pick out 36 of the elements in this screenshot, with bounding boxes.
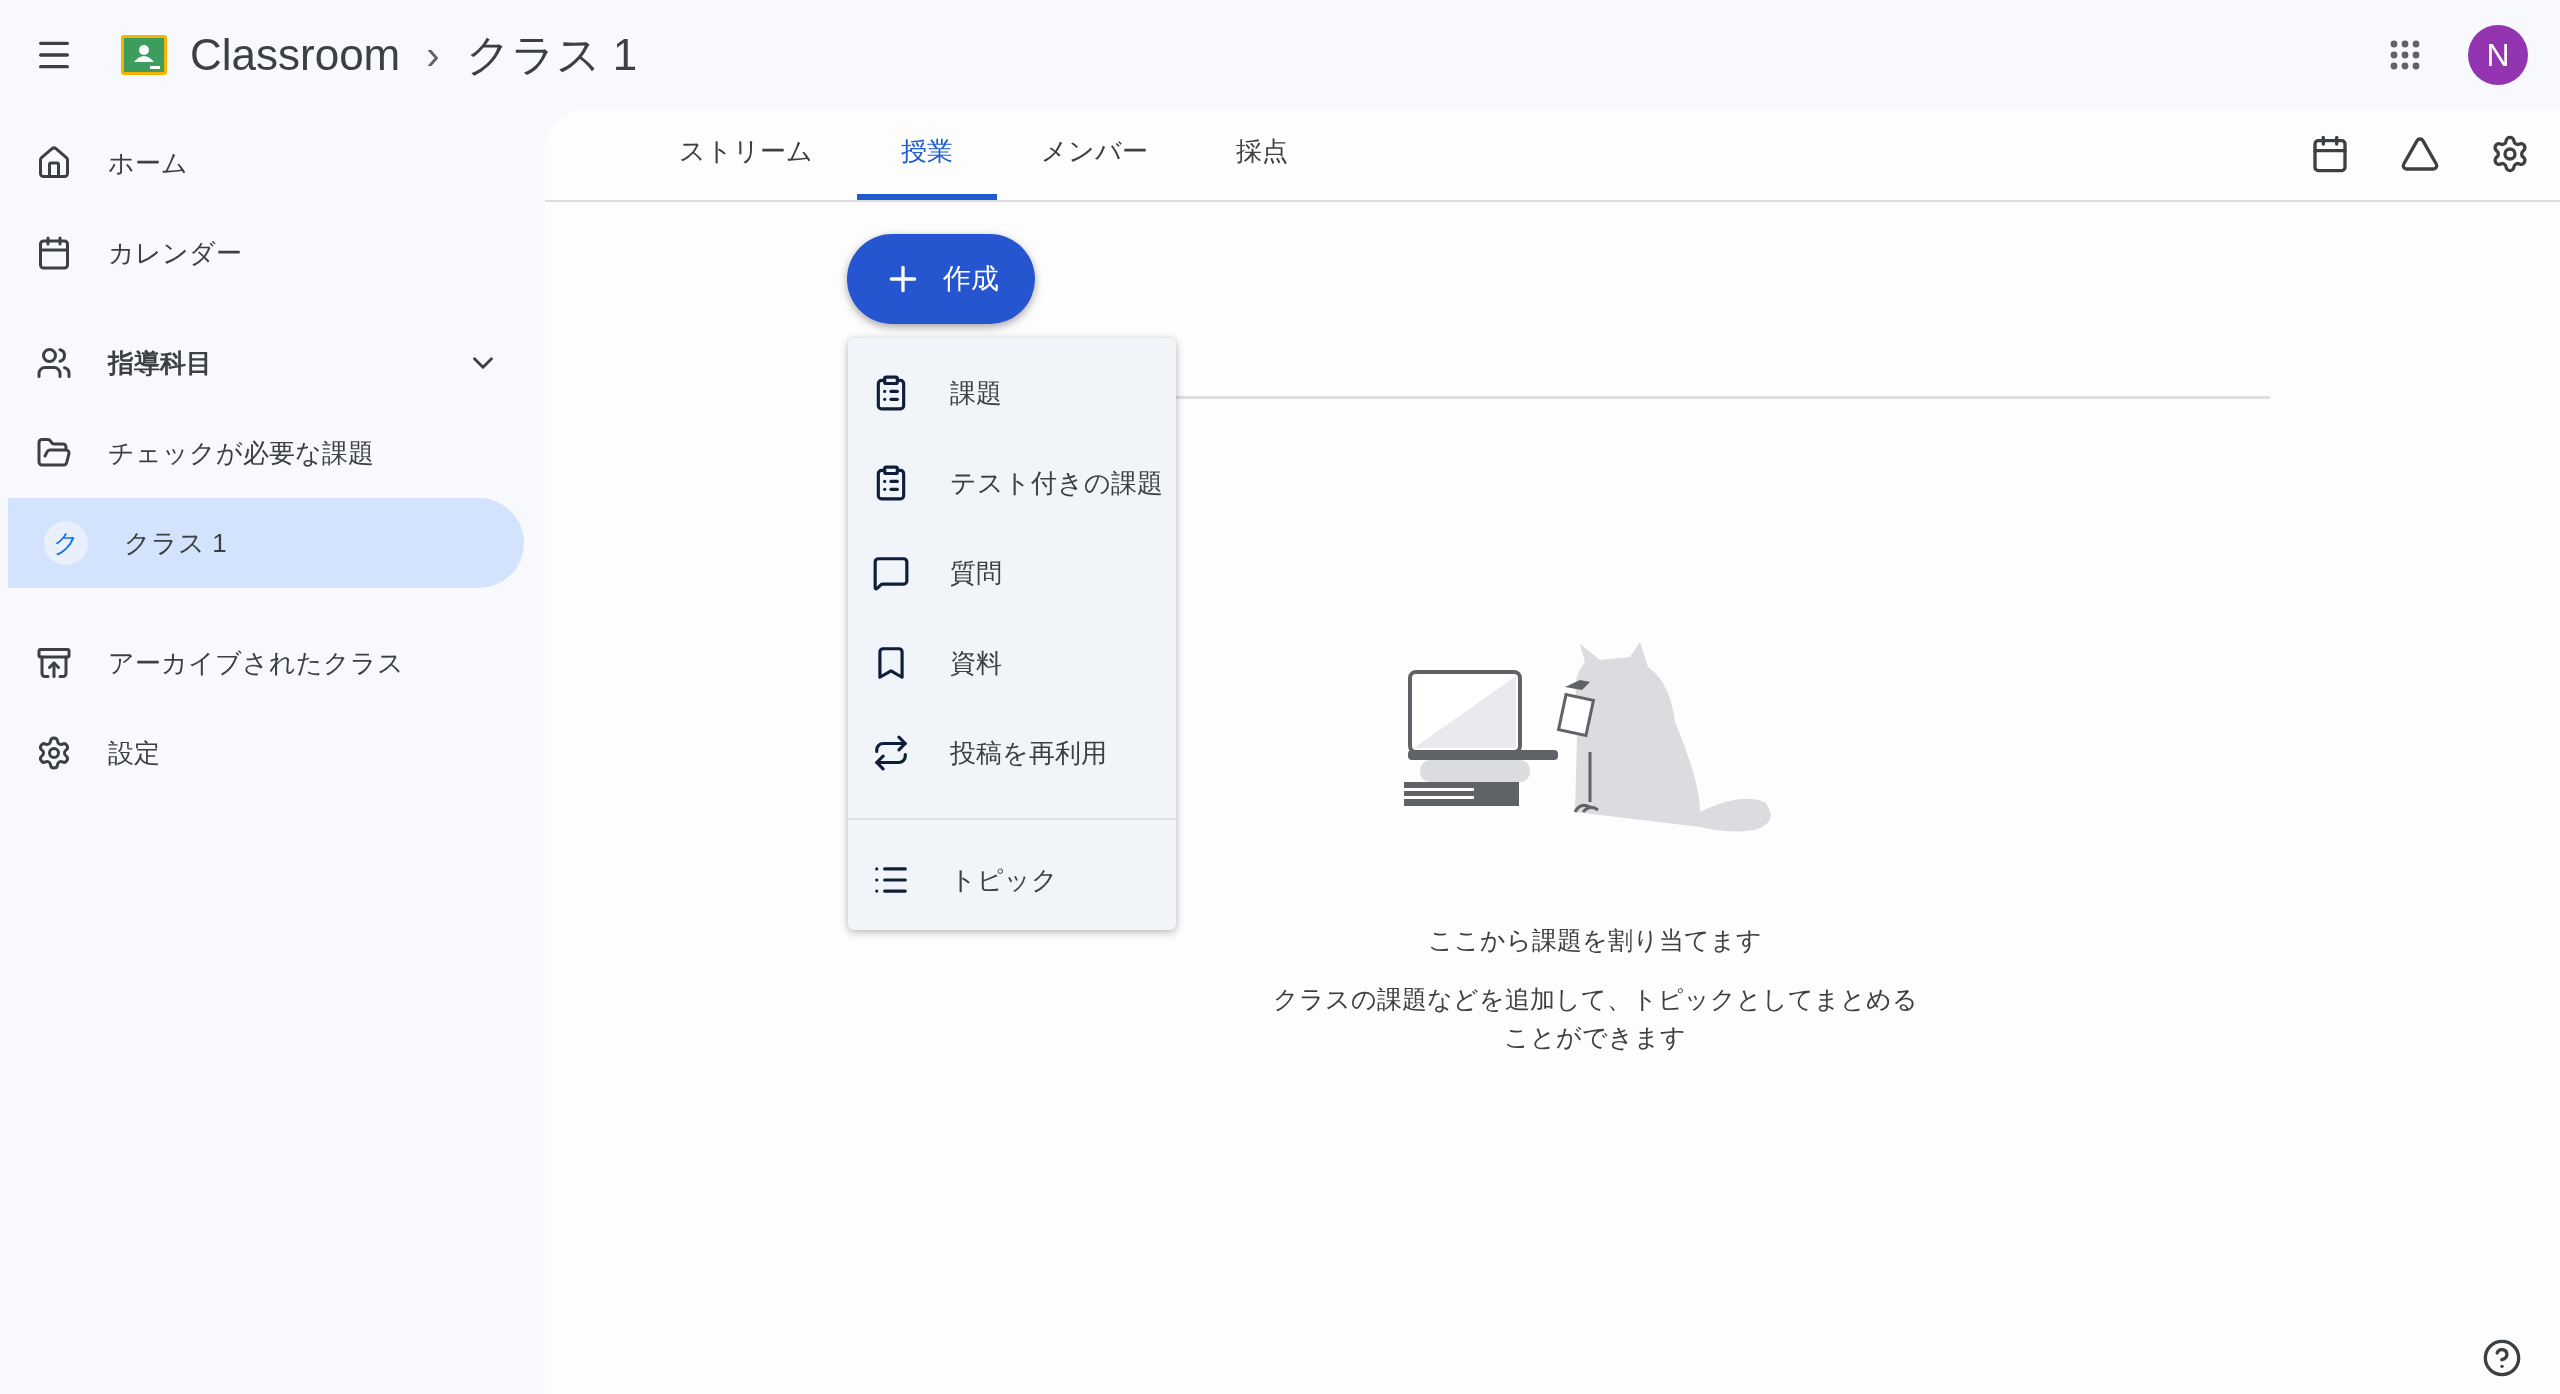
sidebar-item[interactable]: アーカイブされたクラス xyxy=(0,618,524,708)
app-name[interactable]: Classroom xyxy=(190,22,401,88)
settings-icon xyxy=(36,735,72,771)
breadcrumb-separator: › xyxy=(426,32,440,79)
empty-state-title: ここから課題を割り当てます xyxy=(1428,925,1762,956)
menu-item[interactable]: 資料 xyxy=(848,618,1176,708)
sidebar-item[interactable]: カレンダー xyxy=(0,208,524,298)
classroom-logo-icon xyxy=(120,34,168,76)
archive-icon xyxy=(36,645,72,681)
tab[interactable]: メンバー xyxy=(997,108,1192,200)
sidebar-item[interactable]: 設定 xyxy=(0,708,524,798)
sidebar-section-header[interactable]: 指導科目 xyxy=(0,318,524,408)
tab[interactable]: ストリーム xyxy=(635,108,857,200)
sidebar-class-item[interactable]: ク クラス 1 xyxy=(8,498,524,588)
empty-state-description: クラスの課題などを追加して、トピックとしてまとめることができます xyxy=(1271,983,1919,1053)
tab[interactable]: 授業 xyxy=(857,108,997,200)
class-avatar: ク xyxy=(44,521,88,565)
account-avatar[interactable]: N xyxy=(2468,25,2528,85)
create-button[interactable]: 作成 xyxy=(847,234,1035,324)
menu-item[interactable]: テスト付きの課題 xyxy=(848,438,1176,528)
tab[interactable]: 採点 xyxy=(1192,108,1332,200)
repeat-icon xyxy=(872,734,910,772)
calendar-icon xyxy=(36,235,72,271)
class-title: クラス 1 xyxy=(465,29,638,81)
sidebar-item[interactable]: チェックが必要な課題 xyxy=(0,408,524,498)
menu-item[interactable]: 投稿を再利用 xyxy=(848,708,1176,798)
help-icon[interactable] xyxy=(2482,1338,2522,1378)
calendar-icon[interactable] xyxy=(2310,134,2350,174)
settings-icon[interactable] xyxy=(2490,134,2530,174)
people-icon xyxy=(36,345,72,381)
menu-item[interactable]: 課題 xyxy=(848,348,1176,438)
menu-item[interactable]: 質問 xyxy=(848,528,1176,618)
home-icon xyxy=(36,145,72,181)
apps-grid-icon[interactable] xyxy=(2390,40,2420,70)
sidebar-item[interactable]: ホーム xyxy=(0,118,524,208)
menu-item[interactable]: トピック xyxy=(848,840,1176,920)
